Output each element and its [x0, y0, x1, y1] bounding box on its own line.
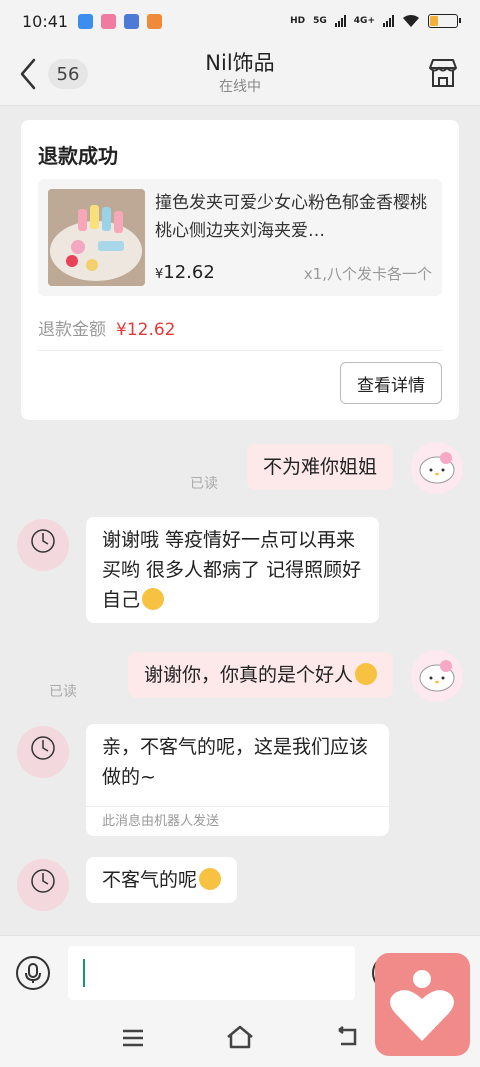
- message-bubble-theirs[interactable]: 不客气的呢: [86, 857, 238, 903]
- user-avatar[interactable]: [411, 650, 463, 702]
- menu-icon[interactable]: [121, 1028, 145, 1048]
- message-bubble-theirs[interactable]: 谢谢哦 等疫情好一点可以再来买哟 很多人都病了 记得照顾好自己: [86, 517, 379, 623]
- shop-avatar[interactable]: [17, 519, 69, 571]
- message-bubble-mine[interactable]: 不为难你姐姐: [246, 444, 393, 490]
- view-details-button[interactable]: 查看详情: [340, 362, 442, 404]
- message-bubble-mine[interactable]: 谢谢你，你真的是个好人: [127, 652, 393, 698]
- user-avatar[interactable]: [411, 442, 463, 494]
- heart-eyes-emoji-icon: [355, 663, 377, 685]
- message-input[interactable]: [68, 946, 355, 1000]
- refund-amount-value: ¥12.62: [116, 320, 176, 340]
- hug-emoji-icon: [142, 588, 165, 610]
- text-cursor: [83, 959, 85, 987]
- read-receipt: 已读: [190, 476, 218, 492]
- signal-icon: [383, 15, 394, 27]
- refund-card[interactable]: 退款成功 撞色发夹可爱少女心粉色郁金香樱桃桃心侧边夹刘海夹爱… ¥12.62 x…: [21, 120, 459, 420]
- shop-avatar[interactable]: [17, 859, 69, 911]
- store-icon[interactable]: [426, 56, 460, 90]
- signal-4g-label: 4G+: [353, 16, 375, 26]
- message-text: 不客气的呢: [102, 869, 198, 891]
- product-quantity: x1,八个发卡各一个: [303, 265, 432, 283]
- app-notification-icon: [101, 13, 117, 29]
- product-name: 撞色发夹可爱少女心粉色郁金香樱桃桃心侧边夹刘海夹爱…: [155, 193, 427, 241]
- refund-amount-row: 退款金额 ¥12.62: [38, 315, 175, 340]
- divider: [38, 350, 442, 351]
- hug-emoji-icon: [199, 868, 222, 890]
- heart-person-icon: [390, 970, 454, 1041]
- wifi-icon: [403, 14, 419, 27]
- signal-5g-label: 5G: [313, 16, 327, 26]
- notification-icons: [78, 13, 163, 29]
- status-right: HD 5G 4G+: [290, 14, 461, 28]
- battery-icon: [428, 14, 461, 28]
- message-text: 谢谢哦 等疫情好一点可以再来买哟 很多人都病了 记得照顾好自己: [102, 529, 362, 611]
- home-icon[interactable]: [225, 1024, 255, 1050]
- robot-note: 此消息由机器人发送: [86, 806, 389, 836]
- chat-header: 56 Nil饰品 在线中: [0, 42, 480, 106]
- back-icon[interactable]: [335, 1026, 359, 1048]
- read-receipt: 已读: [49, 684, 77, 700]
- product-image: [48, 189, 145, 286]
- message-text: 不为难你姐姐: [262, 456, 377, 478]
- app-notification-icon: [147, 13, 163, 29]
- online-status: 在线中: [219, 79, 261, 95]
- message-text: 亲，不客气的呢，这是我们应该做的~: [102, 736, 369, 788]
- signal-icon: [334, 15, 346, 27]
- floating-heart-button[interactable]: [375, 953, 470, 1056]
- message-bubble-theirs[interactable]: 亲，不客气的呢，这是我们应该做的~ 此消息由机器人发送: [86, 724, 389, 836]
- price-value: 12.62: [163, 262, 215, 283]
- product-summary[interactable]: 撞色发夹可爱少女心粉色郁金香樱桃桃心侧边夹刘海夹爱… ¥12.62 x1,八个发…: [38, 179, 442, 296]
- shop-avatar[interactable]: [17, 726, 69, 778]
- microphone-icon[interactable]: [15, 955, 51, 991]
- hd-label: HD: [290, 16, 306, 26]
- product-price: ¥12.62: [155, 262, 215, 283]
- status-time: 10:41: [22, 11, 69, 31]
- battery-level: [430, 16, 439, 26]
- refund-title: 退款成功: [38, 144, 118, 168]
- app-notification-icon: [124, 13, 140, 29]
- message-text: 谢谢你，你真的是个好人: [143, 664, 353, 686]
- app-notification-icon: [78, 13, 94, 29]
- refund-amount-label: 退款金额: [38, 320, 106, 340]
- page-title: Nil饰品: [205, 51, 275, 75]
- status-bar: 10:41 HD 5G 4G+: [0, 0, 480, 42]
